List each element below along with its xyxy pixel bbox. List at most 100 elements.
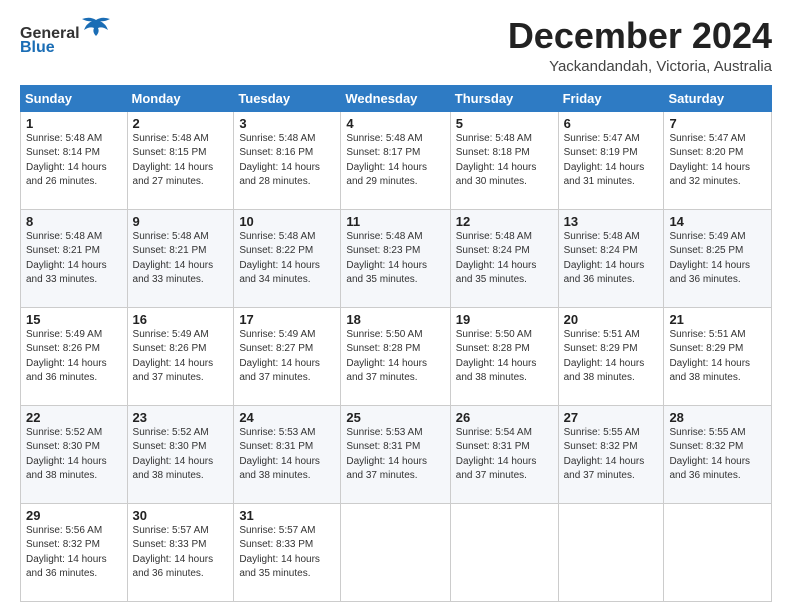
day-number-6: 6 [564, 116, 659, 131]
day-number-3: 3 [239, 116, 335, 131]
day-info-12: Sunrise: 5:48 AM Sunset: 8:24 PM Dayligh… [456, 230, 553, 288]
day-number-18: 18 [346, 312, 444, 327]
page: General Blue December 2024 Yackandandah,… [0, 0, 792, 612]
day-cell-22: 22Sunrise: 5:52 AM Sunset: 8:30 PM Dayli… [21, 405, 128, 503]
day-number-17: 17 [239, 312, 335, 327]
day-info-6: Sunrise: 5:47 AM Sunset: 8:19 PM Dayligh… [564, 132, 659, 190]
day-info-21: Sunrise: 5:51 AM Sunset: 8:29 PM Dayligh… [669, 328, 766, 386]
day-number-14: 14 [669, 214, 766, 229]
day-cell-17: 17Sunrise: 5:49 AM Sunset: 8:27 PM Dayli… [234, 307, 341, 405]
calendar-table: Sunday Monday Tuesday Wednesday Thursday… [20, 85, 772, 602]
day-number-2: 2 [133, 116, 229, 131]
day-info-28: Sunrise: 5:55 AM Sunset: 8:32 PM Dayligh… [669, 426, 766, 484]
day-info-4: Sunrise: 5:48 AM Sunset: 8:17 PM Dayligh… [346, 132, 444, 190]
day-cell-15: 15Sunrise: 5:49 AM Sunset: 8:26 PM Dayli… [21, 307, 128, 405]
day-number-15: 15 [26, 312, 122, 327]
col-thursday: Thursday [450, 85, 558, 111]
day-info-26: Sunrise: 5:54 AM Sunset: 8:31 PM Dayligh… [456, 426, 553, 484]
day-info-31: Sunrise: 5:57 AM Sunset: 8:33 PM Dayligh… [239, 524, 335, 582]
day-info-30: Sunrise: 5:57 AM Sunset: 8:33 PM Dayligh… [133, 524, 229, 582]
logo: General Blue [20, 16, 110, 57]
day-info-7: Sunrise: 5:47 AM Sunset: 8:20 PM Dayligh… [669, 132, 766, 190]
day-number-22: 22 [26, 410, 122, 425]
day-number-16: 16 [133, 312, 229, 327]
day-info-18: Sunrise: 5:50 AM Sunset: 8:28 PM Dayligh… [346, 328, 444, 386]
day-cell-4: 4Sunrise: 5:48 AM Sunset: 8:17 PM Daylig… [341, 111, 450, 209]
day-info-1: Sunrise: 5:48 AM Sunset: 8:14 PM Dayligh… [26, 132, 122, 190]
day-number-7: 7 [669, 116, 766, 131]
day-info-19: Sunrise: 5:50 AM Sunset: 8:28 PM Dayligh… [456, 328, 553, 386]
day-cell-9: 9Sunrise: 5:48 AM Sunset: 8:21 PM Daylig… [127, 209, 234, 307]
day-number-20: 20 [564, 312, 659, 327]
empty-cell-w4d5 [558, 503, 664, 601]
day-number-29: 29 [26, 508, 122, 523]
day-number-30: 30 [133, 508, 229, 523]
col-sunday: Sunday [21, 85, 128, 111]
day-cell-13: 13Sunrise: 5:48 AM Sunset: 8:24 PM Dayli… [558, 209, 664, 307]
day-cell-27: 27Sunrise: 5:55 AM Sunset: 8:32 PM Dayli… [558, 405, 664, 503]
day-number-27: 27 [564, 410, 659, 425]
day-number-4: 4 [346, 116, 444, 131]
day-number-21: 21 [669, 312, 766, 327]
day-cell-23: 23Sunrise: 5:52 AM Sunset: 8:30 PM Dayli… [127, 405, 234, 503]
day-info-13: Sunrise: 5:48 AM Sunset: 8:24 PM Dayligh… [564, 230, 659, 288]
day-cell-26: 26Sunrise: 5:54 AM Sunset: 8:31 PM Dayli… [450, 405, 558, 503]
week-row-1: 1Sunrise: 5:48 AM Sunset: 8:14 PM Daylig… [21, 111, 772, 209]
day-number-31: 31 [239, 508, 335, 523]
day-info-10: Sunrise: 5:48 AM Sunset: 8:22 PM Dayligh… [239, 230, 335, 288]
day-cell-7: 7Sunrise: 5:47 AM Sunset: 8:20 PM Daylig… [664, 111, 772, 209]
day-number-8: 8 [26, 214, 122, 229]
day-info-3: Sunrise: 5:48 AM Sunset: 8:16 PM Dayligh… [239, 132, 335, 190]
col-friday: Friday [558, 85, 664, 111]
day-number-24: 24 [239, 410, 335, 425]
day-number-1: 1 [26, 116, 122, 131]
day-cell-11: 11Sunrise: 5:48 AM Sunset: 8:23 PM Dayli… [341, 209, 450, 307]
day-number-11: 11 [346, 214, 444, 229]
day-number-28: 28 [669, 410, 766, 425]
day-cell-5: 5Sunrise: 5:48 AM Sunset: 8:18 PM Daylig… [450, 111, 558, 209]
day-info-20: Sunrise: 5:51 AM Sunset: 8:29 PM Dayligh… [564, 328, 659, 386]
day-info-5: Sunrise: 5:48 AM Sunset: 8:18 PM Dayligh… [456, 132, 553, 190]
day-cell-21: 21Sunrise: 5:51 AM Sunset: 8:29 PM Dayli… [664, 307, 772, 405]
day-number-19: 19 [456, 312, 553, 327]
day-cell-20: 20Sunrise: 5:51 AM Sunset: 8:29 PM Dayli… [558, 307, 664, 405]
calendar-header-row: Sunday Monday Tuesday Wednesday Thursday… [21, 85, 772, 111]
day-cell-1: 1Sunrise: 5:48 AM Sunset: 8:14 PM Daylig… [21, 111, 128, 209]
day-cell-14: 14Sunrise: 5:49 AM Sunset: 8:25 PM Dayli… [664, 209, 772, 307]
day-info-11: Sunrise: 5:48 AM Sunset: 8:23 PM Dayligh… [346, 230, 444, 288]
day-number-25: 25 [346, 410, 444, 425]
week-row-3: 15 Sunrise: 5:49 AM Sunset: 8:26 PM Dayli… [21, 307, 772, 405]
week-row-2: 8Sunrise: 5:48 AM Sunset: 8:21 PM Daylig… [21, 209, 772, 307]
empty-cell-w4d3 [341, 503, 450, 601]
empty-cell-w4d4 [450, 503, 558, 601]
logo-blue: Blue [20, 39, 55, 57]
day-info-2: Sunrise: 5:48 AM Sunset: 8:15 PM Dayligh… [133, 132, 229, 190]
col-wednesday: Wednesday [341, 85, 450, 111]
day-info-22: Sunrise: 5:52 AM Sunset: 8:30 PM Dayligh… [26, 426, 122, 484]
day-number-5: 5 [456, 116, 553, 131]
day-number-12: 12 [456, 214, 553, 229]
day-info-8: Sunrise: 5:48 AM Sunset: 8:21 PM Dayligh… [26, 230, 122, 288]
day-info-16: Sunrise: 5:49 AM Sunset: 8:26 PM Dayligh… [133, 328, 229, 386]
title-block: December 2024 Yackandandah, Victoria, Au… [508, 16, 772, 75]
day-cell-10: 10Sunrise: 5:48 AM Sunset: 8:22 PM Dayli… [234, 209, 341, 307]
day-info-24: Sunrise: 5:53 AM Sunset: 8:31 PM Dayligh… [239, 426, 335, 484]
day-info-23: Sunrise: 5:52 AM Sunset: 8:30 PM Dayligh… [133, 426, 229, 484]
day-cell-2: 2Sunrise: 5:48 AM Sunset: 8:15 PM Daylig… [127, 111, 234, 209]
day-number-9: 9 [133, 214, 229, 229]
day-number-10: 10 [239, 214, 335, 229]
location: Yackandandah, Victoria, Australia [508, 58, 772, 75]
day-cell-31: 31Sunrise: 5:57 AM Sunset: 8:33 PM Dayli… [234, 503, 341, 601]
week-row-4: 22Sunrise: 5:52 AM Sunset: 8:30 PM Dayli… [21, 405, 772, 503]
day-info-27: Sunrise: 5:55 AM Sunset: 8:32 PM Dayligh… [564, 426, 659, 484]
day-cell-19: 19Sunrise: 5:50 AM Sunset: 8:28 PM Dayli… [450, 307, 558, 405]
col-tuesday: Tuesday [234, 85, 341, 111]
logo-bird-icon [82, 16, 110, 43]
col-saturday: Saturday [664, 85, 772, 111]
month-title: December 2024 [508, 16, 772, 56]
day-cell-28: 28Sunrise: 5:55 AM Sunset: 8:32 PM Dayli… [664, 405, 772, 503]
col-monday: Monday [127, 85, 234, 111]
day-cell-25: 25Sunrise: 5:53 AM Sunset: 8:31 PM Dayli… [341, 405, 450, 503]
header: General Blue December 2024 Yackandandah,… [20, 16, 772, 75]
day-cell-12: 12Sunrise: 5:48 AM Sunset: 8:24 PM Dayli… [450, 209, 558, 307]
